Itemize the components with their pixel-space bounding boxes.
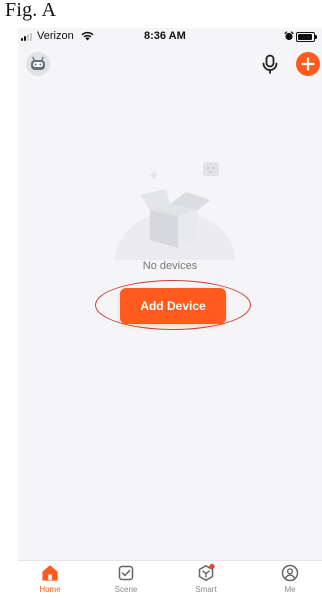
home-icon [42, 565, 58, 581]
battery-icon [296, 32, 317, 42]
wifi-icon [81, 31, 94, 41]
tab-scene[interactable]: Scene [96, 561, 156, 599]
microphone-icon[interactable] [258, 52, 282, 76]
status-time: 8:36 AM [144, 30, 186, 42]
tab-home-label: Home [39, 585, 61, 594]
plus-icon [301, 57, 315, 71]
user-icon [281, 564, 299, 582]
battery-level [298, 34, 312, 40]
no-devices-message: No devices [142, 260, 198, 272]
signal-strength-icon [21, 33, 35, 41]
cube-icon [198, 563, 215, 581]
notification-badge [209, 563, 215, 570]
tab-home[interactable]: Home [20, 561, 80, 599]
tab-smart-label: Smart [195, 585, 217, 594]
checkbox-icon [118, 565, 134, 581]
phone-screen: Verizon 8:36 AM No devices Add Device Ho… [18, 28, 322, 599]
tab-smart[interactable]: Smart [176, 561, 236, 599]
tab-me-label: Me [284, 585, 296, 594]
add-device-plus-button[interactable] [296, 52, 320, 76]
robot-avatar-icon[interactable] [26, 52, 50, 76]
figure-caption: Fig. A [5, 0, 57, 21]
tab-scene-label: Scene [114, 585, 138, 594]
alarm-icon [284, 31, 294, 41]
empty-box-illustration [115, 162, 235, 260]
status-bar: Verizon 8:36 AM [18, 28, 322, 46]
carrier-name: Verizon [37, 30, 74, 42]
bottom-tab-bar: Home Scene Smart Me [18, 560, 322, 599]
add-device-button[interactable]: Add Device [120, 288, 226, 324]
tab-me[interactable]: Me [260, 561, 320, 599]
